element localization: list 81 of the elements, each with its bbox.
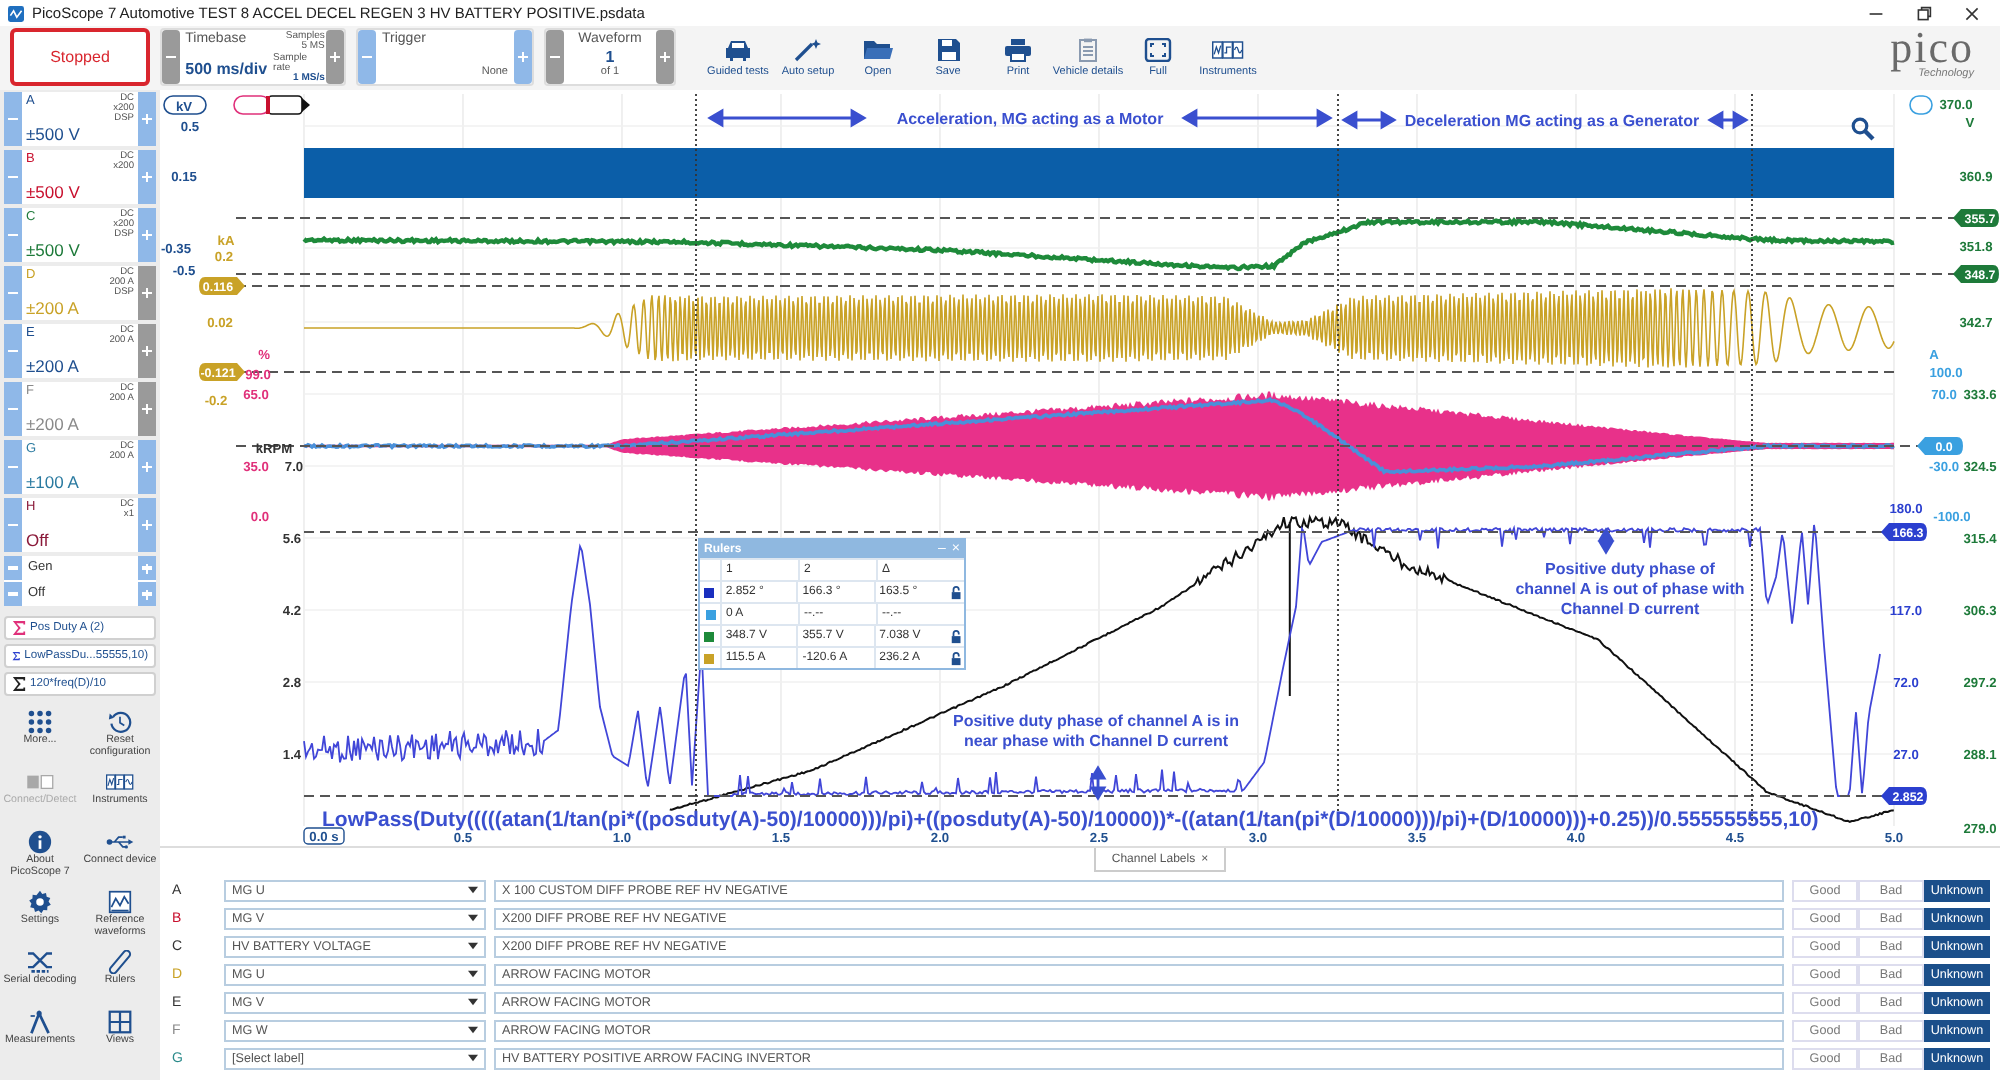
axis-handle-icon[interactable] xyxy=(163,95,207,115)
axis-handle-icon[interactable] xyxy=(1909,95,1933,115)
annotation-text: Deceleration MG acting as a Generator xyxy=(1404,112,1700,130)
decrease-button[interactable] xyxy=(4,582,22,606)
channel-range[interactable]: Off xyxy=(26,530,134,550)
lock-icon[interactable] xyxy=(950,629,964,643)
instruments-icon xyxy=(106,770,134,794)
channel-range[interactable]: ±500 V xyxy=(26,124,134,145)
printer-icon xyxy=(1002,37,1034,61)
decrease-button[interactable] xyxy=(4,208,22,262)
cursor-line[interactable] xyxy=(1751,93,1753,827)
channel-range[interactable]: ±200 A xyxy=(26,414,134,434)
decrease-button[interactable] xyxy=(4,266,22,320)
increase-button[interactable] xyxy=(138,582,156,606)
usb-icon xyxy=(106,830,134,854)
increase-button[interactable] xyxy=(138,440,156,494)
decrease-button[interactable] xyxy=(4,440,22,494)
decrease-button[interactable] xyxy=(358,30,376,84)
caret-icon xyxy=(468,1054,478,1062)
car-icon xyxy=(722,37,754,61)
annotation-text: Positive duty phase of channel A is in near phase with Channel D current xyxy=(953,712,1239,750)
increase-button[interactable] xyxy=(138,556,156,580)
history-icon xyxy=(106,710,134,734)
info-icon xyxy=(26,830,54,854)
increase-button[interactable] xyxy=(138,324,156,378)
grid-dots-icon xyxy=(26,710,54,734)
caret-icon xyxy=(468,998,478,1006)
increase-button[interactable] xyxy=(656,30,674,84)
double-arrow xyxy=(1708,110,1748,129)
decrease-button[interactable] xyxy=(4,150,22,204)
double-arrow xyxy=(1597,528,1614,554)
decrease-button[interactable] xyxy=(4,382,22,436)
ruler-icon xyxy=(106,950,134,974)
lock-icon[interactable] xyxy=(950,585,964,599)
settings-icon xyxy=(26,890,54,914)
increase-button[interactable] xyxy=(326,30,344,84)
decrease-button[interactable] xyxy=(162,30,180,84)
decrease-button[interactable] xyxy=(546,30,564,84)
caret-icon xyxy=(468,942,478,950)
caret-icon xyxy=(468,914,478,922)
decrease-button[interactable] xyxy=(4,92,22,146)
folder-icon xyxy=(862,37,894,61)
annotation-text: Positive duty phase of channel A is out of phase with Channel D current xyxy=(1515,560,1745,618)
channel-range[interactable]: ±200 A xyxy=(26,356,134,376)
connect-detect-icon xyxy=(26,770,54,794)
zoom-icon[interactable] xyxy=(1851,117,1875,141)
waveform-number: 1 xyxy=(605,47,615,65)
increase-button[interactable] xyxy=(138,150,156,204)
increase-button[interactable] xyxy=(138,266,156,320)
waveform-chart-icon xyxy=(106,890,134,914)
increase-button[interactable] xyxy=(138,208,156,262)
instruments-icon xyxy=(1212,37,1244,61)
increase-button[interactable] xyxy=(514,30,532,84)
formula-text: LowPass(Duty(((((atan(1/tan(pi*((posduty(A)-50)/10000)))/pi)+((posduty(A)-50)/10000))*-((atan(1/tan(pi*(D/10000)))/pi)+(D/10000)))+0.25))/0.555555555,10) xyxy=(322,808,1819,832)
serial-decoding-icon xyxy=(26,950,54,974)
channel-range[interactable]: ±100 A xyxy=(26,472,134,492)
fullscreen-icon xyxy=(1142,37,1174,61)
maximize-icon[interactable] xyxy=(1916,5,1932,21)
increase-button[interactable] xyxy=(138,498,156,552)
channel-range[interactable]: ±500 V xyxy=(26,240,134,261)
timebase-value[interactable]: 500 ms/div xyxy=(185,60,268,78)
decrease-button[interactable] xyxy=(4,498,22,552)
caret-icon xyxy=(468,886,478,894)
caliper-icon xyxy=(26,1010,54,1034)
double-arrow xyxy=(1089,766,1106,800)
run-stop-button[interactable]: Stopped xyxy=(10,28,150,86)
decrease-button[interactable] xyxy=(4,556,22,580)
channel-range[interactable]: ±500 V xyxy=(26,182,134,202)
caret-icon xyxy=(468,1026,478,1034)
ruler-handle-icon[interactable] xyxy=(233,95,310,115)
double-arrow xyxy=(1342,110,1396,129)
increase-button[interactable] xyxy=(138,382,156,436)
caret-icon xyxy=(468,970,478,978)
close-icon[interactable] xyxy=(1964,5,1980,21)
decrease-button[interactable] xyxy=(4,324,22,378)
magic-wand-icon xyxy=(792,37,824,61)
app-icon xyxy=(8,5,24,21)
views-grid-icon xyxy=(106,1010,134,1034)
logo-text: pico xyxy=(1890,28,1974,68)
lock-icon[interactable] xyxy=(950,651,964,665)
annotation-text: Acceleration, MG acting as a Motor xyxy=(896,110,1164,128)
